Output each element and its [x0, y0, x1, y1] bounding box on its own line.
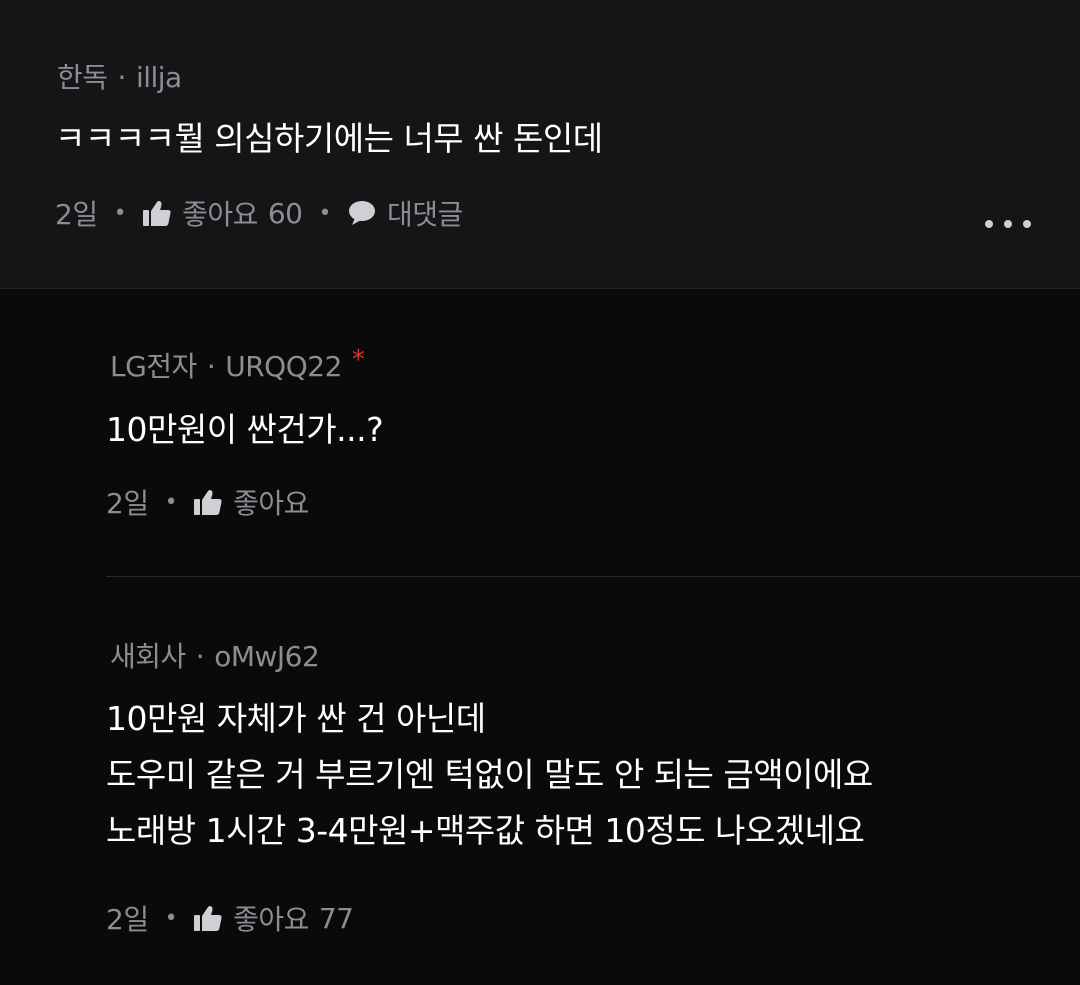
thumbs-up-icon: [193, 904, 223, 932]
reply-text-line: 노래방 1시간 3-4만원+맥주값 하면 10정도 나오겠네요: [106, 811, 865, 850]
comment-author-meta: 한독 · illja: [57, 56, 182, 96]
reply-actions: 2일 • 좋아요: [106, 482, 309, 522]
reply-text: 10만원 자체가 싼 건 아닌데 도우미 같은 거 부르기엔 턱없이 말도 안 …: [106, 691, 873, 859]
reply-actions: 2일 • 좋아요 77: [106, 898, 354, 938]
reply-button[interactable]: 대댓글: [347, 193, 463, 233]
like-button[interactable]: 좋아요 60: [142, 193, 303, 233]
more-dot: [1004, 220, 1012, 228]
reply-divider: [106, 576, 1080, 577]
meta-separator: ·: [117, 61, 127, 94]
like-label: 좋아요: [182, 198, 258, 231]
reply-text: 10만원이 싼건가...?: [106, 410, 384, 449]
like-count: 60: [267, 196, 303, 230]
comment-thread: 한독 · illja ㅋㅋㅋㅋ뭘 의심하기에는 너무 싼 돈인데 2일 • 좋아요 …: [0, 0, 1080, 985]
author-company: LG전자: [110, 350, 197, 383]
reply-author-meta: LG전자 · URQQ22 *: [110, 345, 365, 385]
speech-bubble-icon: [347, 199, 377, 227]
author-company: 새회사: [110, 640, 186, 673]
more-options-button[interactable]: [985, 210, 1031, 238]
meta-separator: ·: [206, 350, 216, 383]
meta-separator: ·: [195, 640, 205, 673]
like-count: 77: [318, 901, 354, 935]
thumbs-up-icon: [193, 488, 223, 516]
reply-text-line: 도우미 같은 거 부르기엔 턱없이 말도 안 되는 금액이에요: [106, 755, 873, 794]
comment-actions: 2일 • 좋아요 60 • 대댓글: [55, 193, 463, 233]
reply-label: 대댓글: [386, 198, 463, 231]
thumbs-up-icon: [142, 199, 172, 227]
reply-time: 2일: [106, 903, 149, 936]
author-id[interactable]: illja: [136, 61, 182, 94]
action-separator: •: [164, 489, 178, 515]
action-separator: •: [164, 905, 178, 931]
action-separator: •: [318, 200, 331, 226]
reply-author-meta: 새회사 · oMwJ62: [110, 635, 320, 675]
like-button[interactable]: 좋아요 77: [193, 898, 354, 938]
like-label: 좋아요: [233, 487, 309, 520]
like-button[interactable]: 좋아요: [193, 482, 309, 522]
reply-time: 2일: [106, 487, 149, 520]
comment-text: ㅋㅋㅋㅋ뭘 의심하기에는 너무 싼 돈인데: [55, 119, 603, 158]
comment-time: 2일: [55, 198, 98, 231]
action-separator: •: [113, 200, 127, 226]
author-badge: *: [351, 345, 365, 375]
more-dot: [1023, 220, 1031, 228]
reply-text-line: 10만원 자체가 싼 건 아닌데: [106, 699, 486, 738]
author-company: 한독: [57, 61, 108, 94]
top-comment: 한독 · illja ㅋㅋㅋㅋ뭘 의심하기에는 너무 싼 돈인데 2일 • 좋아요 …: [0, 0, 1080, 289]
like-label: 좋아요: [233, 903, 309, 936]
author-id[interactable]: URQQ22: [225, 350, 342, 383]
more-horizontal-icon: [985, 220, 993, 228]
author-id[interactable]: oMwJ62: [214, 640, 320, 673]
